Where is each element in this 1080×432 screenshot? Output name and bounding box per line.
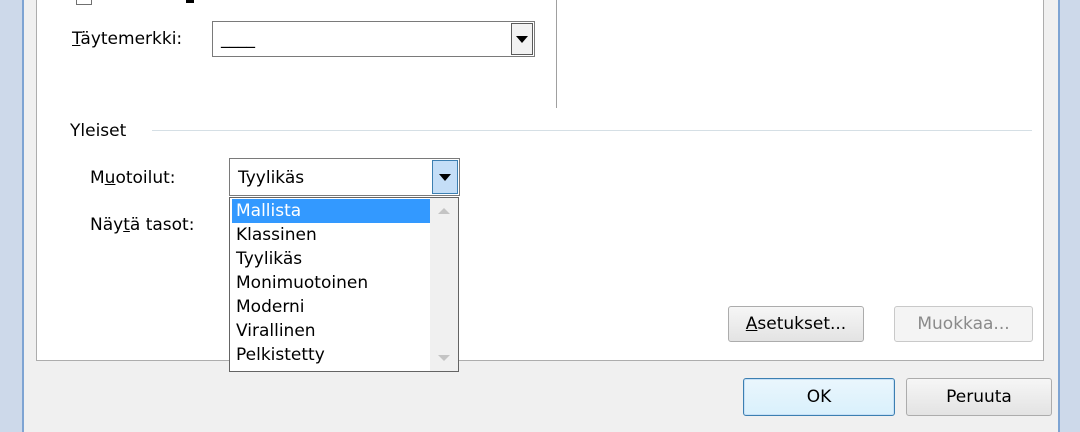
- chevron-down-icon: [439, 173, 451, 181]
- modify-button[interactable]: Muokkaa...: [894, 306, 1033, 342]
- tab-panel: [36, 0, 1044, 361]
- formats-dropdown-button[interactable]: [432, 160, 458, 194]
- text-fragment: [186, 0, 194, 3]
- list-item[interactable]: Mallista: [232, 199, 432, 223]
- tab-leader-dropdown-button[interactable]: [511, 23, 533, 55]
- vertical-separator: [556, 0, 557, 108]
- formats-dropdown-list[interactable]: Mallista Klassinen Tyylikäs Monimuotoine…: [229, 197, 459, 372]
- list-item[interactable]: Tyylikäs: [232, 247, 432, 271]
- group-divider: [152, 130, 1032, 131]
- ok-button[interactable]: OK: [743, 378, 895, 416]
- list-item[interactable]: Monimuotoinen: [232, 271, 432, 295]
- formats-value: Tyylikäs: [238, 168, 305, 188]
- checkbox-partial[interactable]: [76, 0, 92, 5]
- tab-leader-value: ____: [221, 29, 255, 49]
- show-levels-label: Näytä tasot:: [90, 215, 195, 235]
- window-frame-left: [0, 0, 24, 432]
- list-item[interactable]: Pelkistetty: [232, 343, 432, 367]
- list-item[interactable]: Virallinen: [232, 319, 432, 343]
- window-frame-right: [1058, 0, 1080, 432]
- tab-leader-label: Täytemerkki:: [72, 29, 183, 49]
- scroll-up-icon[interactable]: [438, 208, 450, 214]
- list-scrollbar[interactable]: [430, 198, 458, 371]
- tab-leader-combo[interactable]: ____: [212, 21, 535, 57]
- scroll-down-icon[interactable]: [438, 355, 450, 361]
- options-button[interactable]: Asetukset...: [728, 306, 864, 342]
- cancel-button[interactable]: Peruuta: [906, 378, 1052, 416]
- formats-label: Muotoilut:: [90, 168, 176, 188]
- chevron-down-icon: [516, 35, 528, 43]
- list-item[interactable]: Klassinen: [232, 223, 432, 247]
- general-section-title: Yleiset: [70, 121, 127, 141]
- list-item[interactable]: Moderni: [232, 295, 432, 319]
- formats-combo[interactable]: Tyylikäs: [229, 158, 460, 196]
